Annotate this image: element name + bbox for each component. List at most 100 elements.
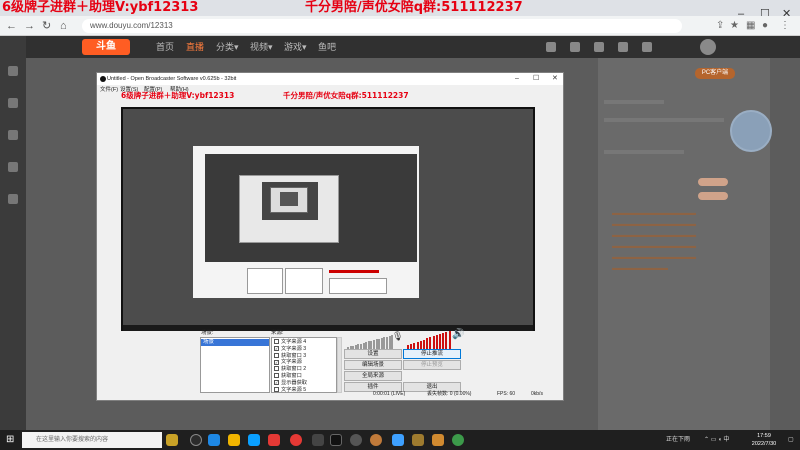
pc-client-button[interactable]: PC客户端	[695, 68, 735, 79]
volume-bar-red	[423, 339, 425, 349]
explorer-icon[interactable]	[228, 434, 240, 446]
scene-item[interactable]: 场景	[201, 339, 269, 346]
url-field[interactable]: www.douyu.com/12313	[82, 19, 682, 33]
extensions-icon[interactable]: ▦	[746, 20, 755, 32]
source-item[interactable]: 文字来源 5	[274, 386, 307, 393]
source-checkbox[interactable]: ✓	[274, 359, 279, 365]
chrome-icon[interactable]	[452, 434, 464, 446]
source-label: 获取窗口 2	[281, 366, 307, 373]
message-icon[interactable]	[594, 42, 604, 52]
cortana-icon[interactable]	[166, 434, 178, 446]
app-icon-dark[interactable]	[330, 434, 342, 446]
obs-maximize-icon[interactable]: ☐	[533, 73, 539, 85]
app-icon-g[interactable]	[412, 434, 424, 446]
app-icon-red[interactable]	[268, 434, 280, 446]
profile-icon[interactable]: ●	[762, 20, 768, 32]
clock-time: 17:59	[757, 433, 771, 439]
source-checkbox[interactable]	[274, 366, 279, 372]
nav-video[interactable]: 视频▾	[250, 41, 273, 53]
notification-icon[interactable]: ▢	[788, 435, 794, 445]
preview-screen	[123, 109, 533, 325]
source-checkbox[interactable]	[274, 352, 279, 358]
task-icon[interactable]	[642, 42, 652, 52]
volume-bar-red	[416, 341, 419, 349]
sources-list[interactable]: 文字来源 4 ✓ 文字来源 3 获取窗口 3 ✓ 文字来源 获取窗口 2 获取窗口 ✓ 显示器获取…	[271, 337, 337, 393]
floating-mascot-button[interactable]	[730, 110, 772, 152]
side-action-button-1[interactable]	[698, 178, 728, 186]
obs-minimize-icon[interactable]: –	[515, 73, 519, 85]
windows-taskbar: ⊞ 在这里输入你要搜索的内容 正在下雨 ⌃ ▭ ◖ 中 17:59 2022/7…	[0, 430, 800, 450]
menu-file[interactable]: 文件(F)	[100, 85, 118, 95]
nav-live[interactable]: 直播	[186, 41, 204, 53]
nav-home[interactable]: 首页	[156, 41, 174, 53]
source-checkbox[interactable]	[274, 339, 279, 345]
reload-icon[interactable]: ↻	[42, 20, 51, 32]
sidebar-item-recommend[interactable]	[0, 66, 26, 78]
source-checkbox[interactable]: ✓	[274, 379, 279, 385]
source-label: 文字来源 5	[281, 386, 307, 393]
app-icon-netease[interactable]	[290, 434, 302, 446]
stop-preview-button[interactable]: 停止预览	[403, 360, 461, 370]
status-bitrate: 0kb/s	[531, 391, 543, 397]
global-sources-button[interactable]: 全局来源	[344, 371, 402, 381]
volume-bar-red	[429, 337, 432, 349]
scenes-list[interactable]: 场景	[200, 337, 270, 393]
preview-taskbar	[123, 325, 533, 331]
nested-preview-3	[270, 187, 308, 213]
share-icon[interactable]: ⇪	[716, 20, 724, 32]
stop-stream-button[interactable]: 停止推流	[403, 349, 461, 359]
sources-scrollbar[interactable]	[337, 337, 342, 393]
source-checkbox[interactable]	[274, 386, 279, 392]
start-icon[interactable]: ⊞	[6, 435, 14, 445]
nav-category[interactable]: 分类▾	[216, 41, 239, 53]
edit-scene-button[interactable]: 编辑场景	[344, 360, 402, 370]
source-checkbox[interactable]: ✓	[274, 345, 279, 351]
stream-overlay-right: 千分男陪/声优女陪q群:511112237	[305, 0, 523, 15]
obs-close-icon[interactable]: ✕	[552, 73, 558, 85]
menu-icon[interactable]: ⋮	[780, 20, 790, 32]
nav-game[interactable]: 游戏▾	[284, 41, 307, 53]
follow-icon[interactable]	[618, 42, 628, 52]
obs-overlay-left: 6级牌子进群＋助理V:ybf12313	[121, 91, 235, 100]
taskbar-clock[interactable]: 17:59 2022/7/30	[744, 432, 784, 448]
forward-icon[interactable]: →	[24, 20, 35, 32]
obs-overlay-right: 千分男陪/声优女陪q群:511112237	[283, 91, 409, 100]
download-icon[interactable]	[570, 42, 580, 52]
edge-icon[interactable]	[208, 434, 220, 446]
sidebar-item-video[interactable]	[0, 130, 26, 142]
mic-mute-icon[interactable]: 🎙	[392, 331, 403, 342]
sidebar-item-game[interactable]	[0, 162, 26, 174]
settings-button[interactable]: 设置	[344, 349, 402, 359]
speaker-icon[interactable]: 🔊	[452, 329, 464, 340]
source-label: 获取窗口 3	[281, 352, 307, 359]
status-fps: FPS: 60	[497, 391, 516, 397]
stream-overlay-left: 6级牌子进群＋助理V:ybf12313	[2, 0, 199, 15]
task-view-icon[interactable]	[190, 434, 202, 446]
side-action-button-2[interactable]	[698, 192, 728, 200]
app-icon-blue[interactable]	[392, 434, 404, 446]
tray-icons[interactable]: ⌃ ▭ ◖ 中	[704, 435, 729, 445]
sidebar-item-yuba[interactable]	[0, 194, 26, 206]
clock-date: 2022/7/30	[751, 441, 777, 447]
star-icon[interactable]: ★	[730, 20, 739, 32]
app-icon-s[interactable]	[312, 434, 324, 446]
volume-bar-red	[432, 336, 435, 349]
home-icon[interactable]: ⌂	[60, 20, 67, 32]
volume-bar-red	[445, 331, 448, 349]
obs-taskbar-icon[interactable]	[350, 434, 362, 446]
app-icon-gold[interactable]	[432, 434, 444, 446]
store-icon[interactable]	[248, 434, 260, 446]
back-icon[interactable]: ←	[6, 20, 17, 32]
volume-bar-red	[426, 338, 429, 349]
volume-bar-red	[448, 330, 451, 349]
volume-bar-red	[442, 332, 445, 349]
source-checkbox[interactable]	[274, 373, 279, 379]
nav-yuba[interactable]: 鱼吧	[318, 41, 336, 53]
site-logo[interactable]: 斗鱼	[82, 39, 130, 55]
sidebar-item-category[interactable]	[0, 98, 26, 110]
history-icon[interactable]	[546, 42, 556, 52]
weather-text[interactable]: 正在下雨	[666, 435, 690, 445]
taskbar-search[interactable]: 在这里输入你要搜索的内容	[22, 432, 162, 448]
avatar[interactable]	[700, 39, 716, 55]
app-icon-orange[interactable]	[370, 434, 382, 446]
